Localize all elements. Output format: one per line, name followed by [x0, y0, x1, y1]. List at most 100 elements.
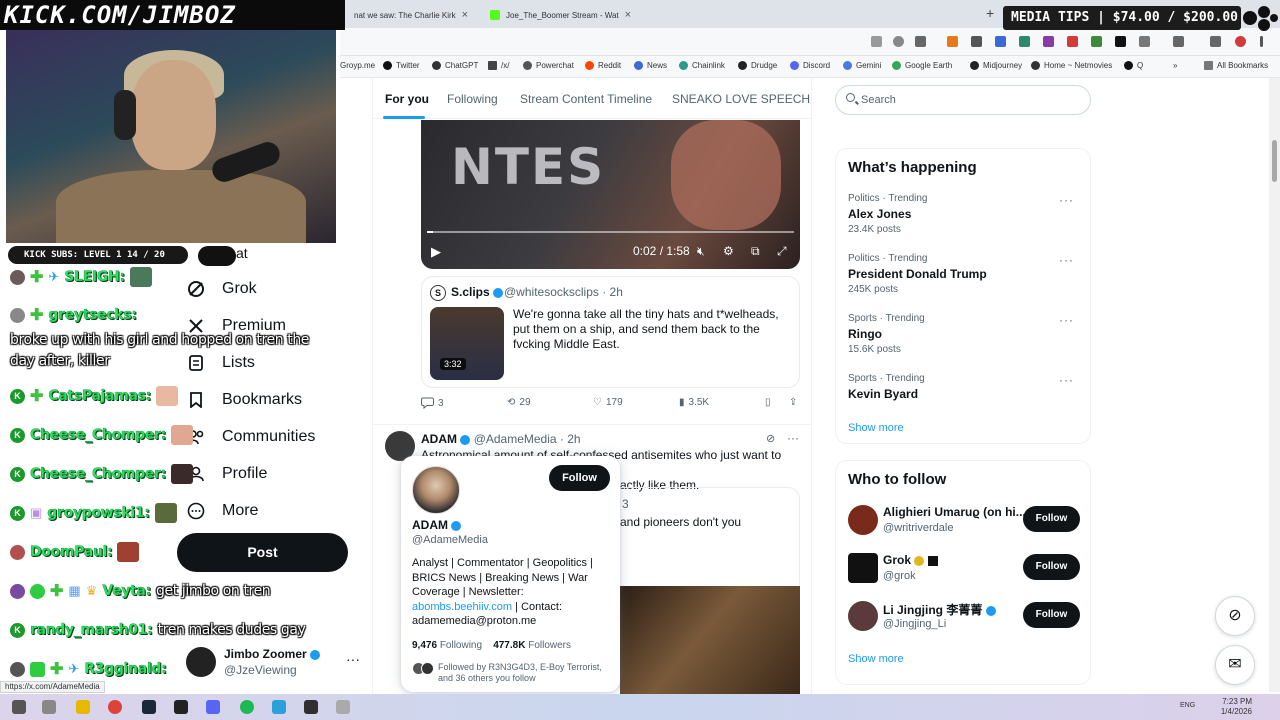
following-link[interactable]: 9,476 Following [412, 640, 482, 651]
x-extension-icon[interactable] [1115, 36, 1126, 47]
nav-bookmarks[interactable]: Bookmarks [186, 390, 302, 410]
obs-icon[interactable] [304, 700, 318, 714]
pip-icon[interactable]: ⧉ [751, 244, 760, 259]
bookmark-item[interactable]: Q [1124, 61, 1143, 70]
address-bar[interactable] [340, 28, 1280, 56]
show-more-link[interactable]: Show more [848, 653, 904, 665]
profile-icon[interactable] [1235, 36, 1246, 47]
tab-stream-content[interactable]: Stream Content Timeline [520, 92, 652, 106]
extension-icon[interactable] [1091, 36, 1102, 47]
menu-icon[interactable] [1210, 36, 1221, 47]
telegram-icon[interactable] [272, 700, 286, 714]
browser-tab[interactable]: Joe_The_Boomer Stream - Wat × [490, 4, 638, 26]
avatar[interactable] [412, 466, 460, 514]
trend-item[interactable]: Politics · Trending Alex Jones 23.4K pos… [848, 193, 1084, 235]
cast-icon[interactable] [871, 36, 882, 47]
bookmark-item[interactable]: /x/ [488, 61, 509, 70]
nav-communities[interactable]: Communities [186, 427, 315, 447]
bookmark-item[interactable]: Google Earth [892, 61, 952, 70]
more-icon[interactable]: ··· [1059, 193, 1074, 207]
followed-by[interactable]: Followed by R3N3G4D3, E-Boy Terrorist, a… [412, 662, 612, 684]
fullscreen-icon[interactable]: ⤢ [777, 244, 787, 259]
app-icon[interactable] [336, 700, 350, 714]
extension-icon[interactable] [995, 36, 1006, 47]
tab-for-you[interactable]: For you [385, 92, 429, 106]
zoom-icon[interactable] [893, 36, 904, 47]
more-icon[interactable]: ··· [787, 431, 799, 445]
views-button[interactable]: ▮ 3.5K [679, 397, 709, 408]
bookmark-item[interactable]: Twitter [383, 61, 420, 70]
follow-button[interactable]: Follow [1023, 506, 1080, 532]
extension-icon[interactable] [971, 36, 982, 47]
like-button[interactable]: ♡ 179 [593, 397, 623, 408]
bookmark-item[interactable]: ChatGPT [432, 61, 478, 70]
steam-icon[interactable] [142, 700, 156, 714]
bookmark-item[interactable]: Drudge [738, 61, 777, 70]
video-player[interactable]: NTES ▶ 0:02 / 1:58 🔇︎ ⚙ ⧉ ⤢ [421, 120, 800, 269]
start-icon[interactable] [12, 700, 26, 714]
nav-grok[interactable]: Grok [186, 279, 257, 299]
suggested-account[interactable]: Li Jingjing 李菁菁 @Jingjing_Li Follow [848, 599, 1084, 633]
extension-icon[interactable] [1067, 36, 1078, 47]
account-switcher[interactable]: Jimbo Zoomer @JzeViewing ··· [186, 645, 366, 685]
scrollbar-thumb[interactable] [1272, 140, 1277, 182]
messages-icon[interactable]: ✉ [1215, 645, 1255, 685]
browser-tab[interactable]: nat we saw: The Charlie Kirk × [354, 4, 484, 26]
suggested-account[interactable]: Alighieri Umaruϱ (on hi... @writriverdal… [848, 503, 1084, 537]
close-tab-icon[interactable]: × [625, 9, 631, 21]
follow-button[interactable]: Follow [1023, 554, 1080, 580]
more-icon[interactable]: ··· [1059, 373, 1074, 387]
followers-link[interactable]: 477.8K Followers [493, 640, 571, 651]
bookmarks-overflow-icon[interactable]: » [1173, 61, 1177, 70]
bookmark-item[interactable]: Groyp.me [340, 61, 375, 70]
bookmark-item[interactable]: Reddit [585, 61, 621, 70]
tab-following[interactable]: Following [447, 92, 498, 106]
more-icon[interactable]: ··· [1059, 313, 1074, 327]
grok-floating-button[interactable]: ⊘ [1215, 596, 1255, 636]
close-tab-icon[interactable]: × [462, 9, 468, 21]
app-icon[interactable] [174, 700, 188, 714]
settings-icon[interactable]: ⚙ [723, 244, 734, 258]
scrollbar[interactable] [1269, 78, 1280, 692]
reply-button[interactable]: 3 [421, 397, 444, 409]
grok-icon[interactable]: ⊘ [766, 432, 775, 445]
quote-image[interactable] [620, 586, 800, 696]
nav-more[interactable]: More [186, 501, 258, 521]
extension-icon[interactable] [947, 36, 958, 47]
nav-profile[interactable]: Profile [186, 464, 267, 484]
star-icon[interactable] [915, 36, 926, 47]
bookmark-item[interactable]: Chainlink [679, 61, 725, 70]
all-bookmarks[interactable]: All Bookmarks [1204, 61, 1268, 70]
bookmark-button[interactable]: ▯ [765, 397, 771, 408]
file-explorer-icon[interactable] [76, 700, 90, 714]
kebab-icon[interactable] [1260, 36, 1263, 47]
post-button[interactable]: Post [177, 533, 348, 572]
language-indicator[interactable]: ENG [1180, 702, 1195, 709]
extension-icon[interactable] [1019, 36, 1030, 47]
play-icon[interactable]: ▶ [431, 244, 441, 260]
suggested-account[interactable]: Grok @grok Follow [848, 551, 1084, 585]
bookmark-item[interactable]: Midjourney [970, 61, 1022, 70]
clock[interactable]: 7:23 PM 1/4/2026 [1221, 697, 1252, 717]
share-button[interactable]: ⇪ [789, 397, 797, 408]
trend-item[interactable]: Sports · Trending Kevin Byard ··· [848, 373, 1084, 401]
newsletter-link[interactable]: abombs.beehiiv.com [412, 601, 512, 613]
show-more-link[interactable]: Show more [848, 422, 904, 434]
puzzle-icon[interactable] [1139, 36, 1150, 47]
bookmark-item[interactable]: Gemini [843, 61, 881, 70]
more-icon[interactable]: ··· [1059, 253, 1074, 267]
extension-icon[interactable] [1043, 36, 1054, 47]
video-thumbnail[interactable]: 3:32 [430, 307, 504, 380]
bookmark-item[interactable]: News [634, 61, 667, 70]
follow-button[interactable]: Follow [549, 465, 610, 491]
quoted-tweet[interactable]: S S.clips @whitesocksclips · 2h 3:32 We'… [421, 276, 800, 388]
spotify-icon[interactable] [240, 700, 254, 714]
search-input[interactable]: Search [835, 85, 1091, 115]
video-progress-bar[interactable] [427, 231, 794, 233]
task-view-icon[interactable] [42, 700, 56, 714]
new-tab-icon[interactable]: + [986, 5, 994, 21]
repost-button[interactable]: ⟲ 29 [507, 397, 531, 408]
bookmark-item[interactable]: Powerchat [523, 61, 574, 70]
follow-button[interactable]: Follow [1023, 602, 1080, 628]
discord-icon[interactable] [206, 700, 220, 714]
